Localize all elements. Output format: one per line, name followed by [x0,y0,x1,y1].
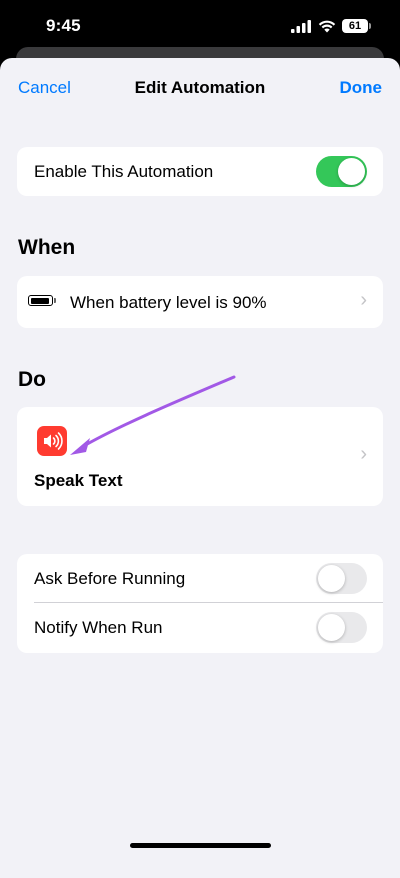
annotation-arrow [70,375,236,455]
home-indicator [130,843,271,848]
